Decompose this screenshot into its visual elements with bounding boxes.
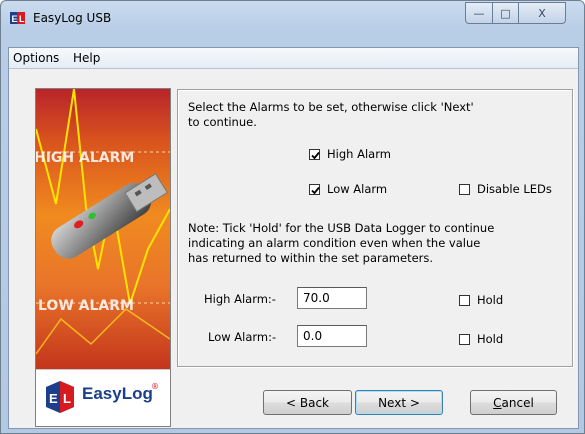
svg-text:E: E bbox=[12, 14, 18, 24]
checkmark-icon bbox=[311, 186, 320, 195]
title-bar[interactable]: E L EasyLog USB — □ X bbox=[1, 1, 584, 39]
low-hold-checkbox[interactable] bbox=[459, 334, 470, 345]
menu-bar: Options Help bbox=[9, 48, 578, 69]
low-hold-label[interactable]: Hold bbox=[477, 332, 503, 347]
client-area: Options Help HIGH ALARM LOW ALARM E L Ea… bbox=[8, 47, 579, 429]
maximize-icon: □ bbox=[500, 6, 511, 20]
next-button[interactable]: Next > bbox=[355, 390, 443, 415]
disable-leds-checkbox[interactable] bbox=[459, 184, 470, 195]
menu-help[interactable]: Help bbox=[73, 51, 100, 65]
instruction-line-2: to continue. bbox=[188, 115, 257, 129]
logo-area: E L EasyLog ® bbox=[36, 369, 170, 426]
high-alarm-checkbox-label[interactable]: High Alarm bbox=[327, 147, 391, 162]
low-alarm-field-label: Low Alarm:- bbox=[208, 330, 277, 344]
minimize-icon: — bbox=[473, 6, 485, 20]
usb-logger-illustration: HIGH ALARM LOW ALARM bbox=[36, 89, 170, 369]
note-line-2: indicating an alarm condition even when … bbox=[188, 236, 481, 250]
high-hold-label[interactable]: Hold bbox=[477, 293, 503, 308]
easylog-logo-icon: E L bbox=[46, 381, 74, 413]
instruction-line-1: Select the Alarms to be set, otherwise c… bbox=[188, 100, 474, 114]
easylog-app-icon[interactable]: E L bbox=[10, 10, 26, 26]
high-alarm-field-label: High Alarm:- bbox=[204, 292, 276, 306]
registered-mark: ® bbox=[151, 382, 159, 391]
low-alarm-banner-text: LOW ALARM bbox=[38, 298, 134, 314]
high-hold-checkbox[interactable] bbox=[459, 295, 470, 306]
disable-leds-checkbox-label[interactable]: Disable LEDs bbox=[477, 182, 552, 197]
cancel-mnemonic: C bbox=[493, 395, 502, 410]
high-alarm-value-input[interactable] bbox=[297, 287, 367, 309]
alarm-settings-panel: Select the Alarms to be set, otherwise c… bbox=[177, 89, 573, 367]
cancel-button[interactable]: Cancel bbox=[470, 390, 557, 415]
easylog-logo-text: EasyLog bbox=[82, 384, 153, 403]
svg-text:L: L bbox=[63, 391, 71, 406]
checkmark-icon bbox=[311, 151, 320, 160]
high-alarm-banner-text: HIGH ALARM bbox=[36, 150, 134, 166]
app-window: E L EasyLog USB — □ X Options Help HIGH … bbox=[0, 0, 585, 434]
back-button[interactable]: < Back bbox=[263, 390, 352, 415]
low-alarm-checkbox-label[interactable]: Low Alarm bbox=[327, 182, 387, 197]
menu-options[interactable]: Options bbox=[13, 51, 59, 65]
maximize-button[interactable]: □ bbox=[492, 2, 519, 24]
product-banner: HIGH ALARM LOW ALARM E L EasyLog ® bbox=[35, 88, 171, 427]
cancel-label-rest: ancel bbox=[501, 395, 534, 410]
low-alarm-value-input[interactable] bbox=[297, 325, 367, 347]
note-line-3: has returned to within the set parameter… bbox=[188, 251, 434, 265]
high-alarm-checkbox[interactable] bbox=[309, 149, 320, 160]
close-button[interactable]: X bbox=[518, 2, 566, 24]
minimize-button[interactable]: — bbox=[465, 2, 493, 24]
svg-text:E: E bbox=[49, 391, 58, 406]
low-alarm-checkbox[interactable] bbox=[309, 184, 320, 195]
close-icon: X bbox=[538, 6, 546, 20]
window-title: EasyLog USB bbox=[33, 11, 112, 25]
note-line-1: Note: Tick 'Hold' for the USB Data Logge… bbox=[188, 221, 495, 235]
svg-text:L: L bbox=[19, 14, 25, 24]
